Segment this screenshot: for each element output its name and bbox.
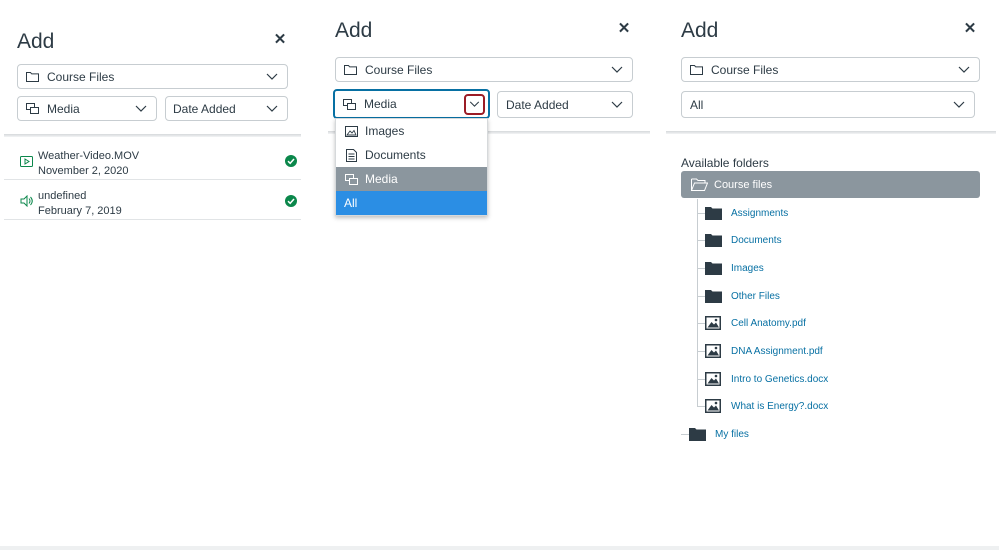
- tree-file-what-is-energy[interactable]: What is Energy?.docx: [697, 397, 828, 415]
- panel3-type-value: All: [690, 97, 704, 112]
- tree-item-label: Other Files: [731, 290, 780, 302]
- menu-item-label: Images: [365, 124, 405, 138]
- tree-folder-course-files[interactable]: Course files: [681, 171, 980, 198]
- menu-item-media[interactable]: Media: [336, 167, 487, 191]
- tree-root-label: Course files: [714, 178, 773, 191]
- tree-item-label: Cell Anatomy.pdf: [731, 317, 806, 329]
- tree-item-label: My files: [715, 428, 749, 440]
- tree-folder-assignments[interactable]: Assignments: [697, 204, 788, 222]
- panel1-sort-select[interactable]: Date Added: [165, 96, 288, 121]
- panel2-title: Add: [335, 19, 373, 42]
- tree-file-cell-anatomy[interactable]: Cell Anatomy.pdf: [697, 314, 806, 332]
- folder-icon: [705, 289, 722, 303]
- type-dropdown-menu: Images Documents Media All: [335, 118, 488, 216]
- folder-icon: [705, 233, 722, 247]
- open-folder-icon: [691, 178, 708, 192]
- chevron-down-icon: [952, 98, 966, 112]
- panel3-location-value: Course Files: [711, 62, 779, 77]
- panel1-type-select[interactable]: Media: [17, 96, 157, 121]
- tree-file-intro-genetics[interactable]: Intro to Genetics.docx: [697, 370, 828, 388]
- divider: [666, 131, 996, 134]
- panel1-sort-value: Date Added: [173, 101, 236, 116]
- chevron-down-icon: [957, 63, 971, 77]
- chevron-down-icon[interactable]: [464, 93, 485, 115]
- file-date: February 7, 2019: [38, 205, 122, 217]
- panel2-type-select[interactable]: Media: [333, 89, 490, 119]
- chevron-down-icon: [610, 63, 624, 77]
- panel2-sort-select[interactable]: Date Added: [497, 91, 633, 118]
- panel1-location-value: Course Files: [47, 69, 115, 84]
- folder-icon: [25, 70, 39, 84]
- video-icon: [20, 154, 34, 168]
- file-date: November 2, 2020: [38, 165, 129, 177]
- tree-folder-images[interactable]: Images: [697, 259, 764, 277]
- panel2-location-select[interactable]: Course Files: [335, 57, 633, 82]
- panel3-close-button[interactable]: ✕: [962, 21, 978, 37]
- panel3-location-select[interactable]: Course Files: [681, 57, 980, 82]
- chevron-down-icon: [265, 70, 279, 84]
- tree-folder-documents[interactable]: Documents: [697, 231, 782, 249]
- image-file-icon: [705, 344, 722, 358]
- panel2-location-value: Course Files: [365, 62, 433, 77]
- panel1-location-select[interactable]: Course Files: [17, 64, 288, 89]
- image-icon: [344, 124, 358, 138]
- panel2-type-value: Media: [364, 97, 397, 111]
- file-row[interactable]: Weather-Video.MOV November 2, 2020: [4, 140, 301, 180]
- panel2-sort-value: Date Added: [506, 97, 569, 112]
- folder-icon: [705, 261, 722, 275]
- file-name: Weather-Video.MOV: [38, 150, 140, 162]
- panel2-close-button[interactable]: ✕: [616, 21, 632, 37]
- tree-file-dna-assignment[interactable]: DNA Assignment.pdf: [697, 342, 823, 360]
- panel1-title: Add: [17, 30, 55, 53]
- tree-item-label: Documents: [731, 234, 782, 246]
- available-folders-label: Available folders: [681, 156, 769, 170]
- folder-icon: [705, 206, 722, 220]
- panel3-title: Add: [681, 19, 719, 42]
- check-circle-icon: [285, 154, 297, 167]
- audio-icon: [20, 194, 34, 208]
- tree-item-label: Intro to Genetics.docx: [731, 373, 829, 385]
- menu-item-images[interactable]: Images: [336, 119, 487, 143]
- media-icon: [25, 102, 39, 116]
- chevron-down-icon: [265, 102, 279, 116]
- tree-folder-other-files[interactable]: Other Files: [697, 287, 780, 305]
- menu-item-label: Documents: [365, 148, 426, 162]
- folder-icon: [689, 427, 706, 441]
- file-name: undefined: [38, 190, 87, 202]
- check-circle-icon: [285, 194, 297, 207]
- menu-item-documents[interactable]: Documents: [336, 143, 487, 167]
- chevron-down-icon: [134, 102, 148, 116]
- panel1-close-button[interactable]: ✕: [272, 32, 288, 48]
- image-file-icon: [705, 399, 722, 413]
- chevron-down-icon: [610, 98, 624, 112]
- tree-folder-my-files[interactable]: My files: [681, 425, 749, 443]
- image-file-icon: [705, 316, 722, 330]
- document-icon: [344, 148, 358, 162]
- media-icon: [344, 172, 358, 186]
- menu-item-label: Media: [365, 172, 398, 186]
- menu-item-all[interactable]: All: [336, 191, 487, 215]
- divider: [4, 134, 301, 137]
- panel3-type-select[interactable]: All: [681, 91, 975, 118]
- tree-item-label: Images: [731, 262, 764, 274]
- file-row[interactable]: undefined February 7, 2019: [4, 180, 301, 220]
- panel1-type-value: Media: [47, 101, 80, 116]
- bottom-divider: [0, 546, 999, 550]
- tree-item-label: DNA Assignment.pdf: [731, 345, 823, 357]
- tree-item-label: Assignments: [731, 207, 789, 219]
- media-icon: [342, 97, 356, 111]
- folder-icon: [689, 63, 703, 77]
- image-file-icon: [705, 372, 722, 386]
- menu-item-label: All: [344, 196, 358, 210]
- folder-icon: [343, 63, 357, 77]
- tree-item-label: What is Energy?.docx: [731, 400, 829, 412]
